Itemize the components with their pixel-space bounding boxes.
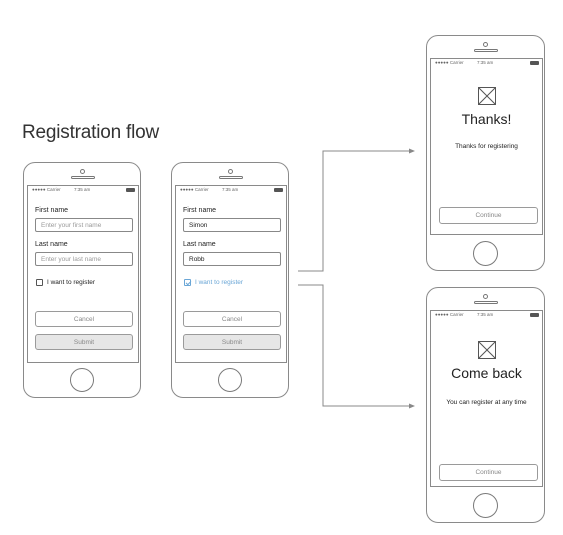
flow-connectors bbox=[298, 148, 415, 409]
connector-to-thanks bbox=[298, 150, 411, 272]
arrowhead-come-back bbox=[409, 403, 415, 409]
arrowhead-thanks bbox=[409, 148, 415, 154]
connector-to-come-back bbox=[298, 284, 411, 407]
